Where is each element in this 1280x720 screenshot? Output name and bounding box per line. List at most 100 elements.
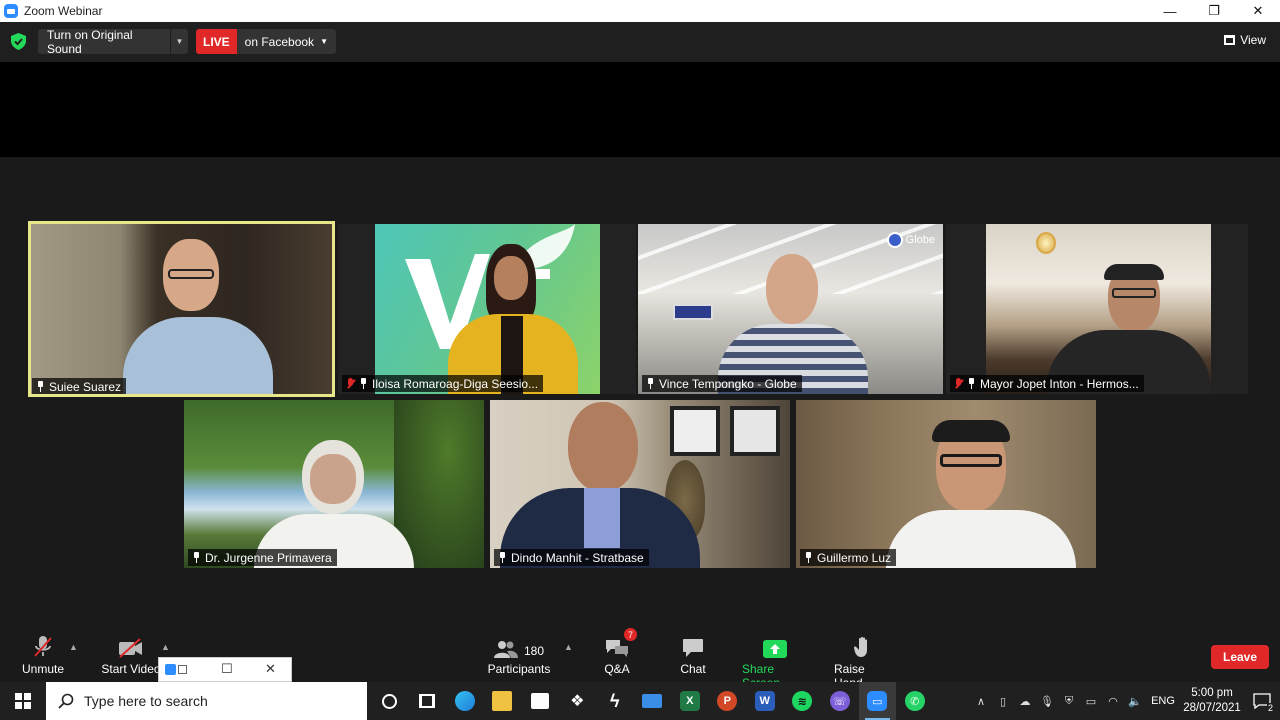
taskbar-app-whatsapp[interactable]: ✆: [896, 682, 934, 720]
wifi-icon[interactable]: ◠: [1102, 682, 1124, 720]
taskbar-thumbnail-popup[interactable]: ☐ ✕: [158, 657, 292, 682]
live-target-label: on Facebook: [244, 34, 315, 49]
video-tile[interactable]: Dr. Jurgenne Primavera: [184, 400, 484, 568]
onedrive-cloud-icon[interactable]: ☁: [1014, 682, 1036, 720]
taskbar-app-powerpoint[interactable]: P: [709, 682, 747, 720]
participant-nametag: Iloisa Romaroag-Diga Seesio...: [342, 375, 544, 392]
popup-close-button[interactable]: ✕: [265, 661, 276, 677]
chevron-down-icon: ▼: [320, 37, 328, 46]
device-icon[interactable]: ▯: [992, 682, 1014, 720]
taskbar-app-mail[interactable]: [634, 682, 672, 720]
pin-icon: [967, 378, 976, 389]
close-window-button[interactable]: ✕: [1236, 0, 1280, 22]
participant-video: [500, 402, 700, 568]
globe-logo-text: Globe: [905, 234, 935, 246]
chat-button[interactable]: Chat: [677, 632, 709, 676]
video-tile[interactable]: Globe Vince Tempongko - Globe: [638, 224, 943, 394]
zoom-icon: ▭: [867, 691, 888, 711]
start-button[interactable]: [0, 682, 46, 720]
clock-date: 28/07/2021: [1183, 702, 1241, 714]
participant-name: Mayor Jopet Inton - Hermos...: [980, 376, 1139, 391]
participant-video: [123, 239, 273, 397]
participant-video: [886, 420, 1076, 568]
pin-icon: [36, 381, 45, 392]
taskbar-app-viber[interactable]: ☏: [821, 682, 859, 720]
taskbar-app-bolt[interactable]: ϟ: [596, 682, 634, 720]
gallery-view: Suiee Suarez Iloisa Romaroag-Diga Seesio…: [0, 157, 1280, 632]
video-tile[interactable]: Dindo Manhit - Stratbase: [490, 400, 790, 568]
start-video-button[interactable]: Start Video: [100, 632, 162, 676]
share-screen-icon: [763, 640, 787, 658]
mail-icon: [642, 694, 663, 708]
title-bar: Zoom Webinar — ❐ ✕: [0, 0, 1280, 22]
chevron-up-icon[interactable]: ▲: [69, 642, 78, 652]
participants-icon: [493, 641, 518, 658]
video-tile[interactable]: Mayor Jopet Inton - Hermos...: [946, 224, 1248, 394]
language-indicator[interactable]: ENG: [1146, 682, 1180, 720]
folder-icon: [492, 691, 513, 711]
popup-restore-button[interactable]: ☐: [221, 661, 233, 677]
security-shield-icon[interactable]: [11, 33, 26, 50]
pin-icon: [646, 378, 655, 389]
minimize-button[interactable]: —: [1148, 0, 1192, 22]
taskbar-app-word[interactable]: W: [746, 682, 784, 720]
qa-bubbles-icon: [606, 640, 628, 657]
leave-button[interactable]: Leave: [1211, 645, 1269, 669]
search-icon: [58, 693, 74, 709]
zoom-app-icon: [4, 4, 18, 18]
dropbox-icon: ❖: [570, 693, 585, 710]
taskbar-clock[interactable]: 5:00 pm 28/07/2021: [1180, 686, 1244, 716]
taskbar-app-spotify[interactable]: ≋: [784, 682, 822, 720]
notification-count: 2: [1266, 703, 1274, 713]
whatsapp-icon: ✆: [904, 691, 925, 711]
taskbar-app-dropbox[interactable]: ❖: [559, 682, 597, 720]
original-sound-label: Turn on Original Sound: [47, 27, 133, 56]
globe-logo: Globe: [887, 232, 935, 248]
meeting-top-bar: Turn on Original Sound ▼ LIVE on Faceboo…: [0, 22, 1280, 62]
muted-microphone-icon: [34, 636, 52, 657]
participant-nametag: Dr. Jurgenne Primavera: [188, 549, 337, 566]
task-view-button[interactable]: [409, 682, 447, 720]
taskbar-app-store[interactable]: [521, 682, 559, 720]
word-icon: W: [754, 691, 775, 711]
view-button[interactable]: View: [1224, 33, 1266, 47]
pin-icon: [359, 378, 368, 389]
video-tile[interactable]: Iloisa Romaroag-Diga Seesio...: [338, 224, 636, 394]
taskbar-app-zoom[interactable]: ▭: [858, 682, 896, 720]
unmute-label: Unmute: [21, 662, 65, 676]
viber-icon: ☏: [829, 691, 850, 711]
qa-button[interactable]: 7 Q&A: [601, 628, 637, 676]
volume-icon[interactable]: 🔈: [1124, 682, 1146, 720]
unmute-button[interactable]: Unmute: [22, 632, 64, 676]
original-sound-button[interactable]: Turn on Original Sound ▼: [38, 27, 188, 56]
chevron-up-icon[interactable]: ▲: [564, 642, 573, 652]
search-input[interactable]: [84, 693, 344, 709]
microphone-icon[interactable]: 🎙: [1036, 682, 1058, 720]
taskbar-app-excel[interactable]: X: [671, 682, 709, 720]
maximize-button[interactable]: ❐: [1192, 0, 1236, 22]
participants-button[interactable]: 180 Participants: [488, 632, 550, 676]
live-label: LIVE: [196, 29, 237, 54]
participant-name: Guillermo Luz: [817, 550, 892, 565]
taskbar-app-edge[interactable]: [446, 682, 484, 720]
video-tile[interactable]: Guillermo Luz: [796, 400, 1096, 568]
live-target[interactable]: on Facebook ▼: [236, 29, 336, 54]
chevron-up-icon[interactable]: ∧: [970, 682, 992, 720]
taskbar-search[interactable]: [46, 682, 367, 720]
cortana-button[interactable]: [371, 682, 409, 720]
chevron-down-icon[interactable]: ▼: [170, 29, 188, 54]
chat-bubble-icon: [683, 639, 703, 657]
chevron-up-icon[interactable]: ▲: [161, 642, 170, 652]
battery-icon[interactable]: ▭: [1080, 682, 1102, 720]
live-stream-badge[interactable]: LIVE on Facebook ▼: [196, 29, 336, 54]
wall-frame: [730, 406, 780, 456]
windows-logo-icon: [15, 693, 31, 709]
taskbar-app-file-explorer[interactable]: [484, 682, 522, 720]
participant-name: Dr. Jurgenne Primavera: [205, 550, 332, 565]
notification-center-button[interactable]: 2: [1244, 682, 1280, 720]
participant-video: [448, 244, 578, 394]
edge-icon: [454, 691, 475, 711]
pin-icon: [498, 552, 507, 563]
security-icon[interactable]: ⛨: [1058, 682, 1080, 720]
video-tile[interactable]: Suiee Suarez: [28, 221, 335, 397]
